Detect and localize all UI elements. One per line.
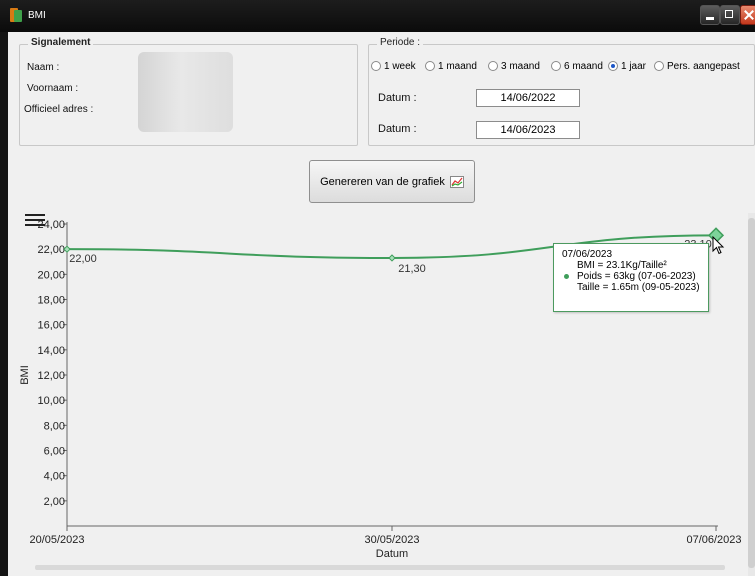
tooltip-poids: Poids = 63kg (07-06-2023) [577,271,696,282]
vertical-scrollbar[interactable] [748,213,755,576]
y-tick-label: 16,00 [37,320,65,332]
data-label: 21,30 [398,263,426,275]
y-axis-title: BMI [19,365,31,385]
data-label: 22,00 [69,253,97,265]
y-tick-label: 2,00 [44,496,65,508]
window-title: BMI [28,10,46,21]
radio-6-maand[interactable]: 6 maand [551,60,603,72]
chart-menu-icon[interactable] [25,214,45,226]
date-from-field[interactable]: 14/06/2022 [476,89,580,107]
generate-chart-button[interactable]: Genereren van de grafiek [309,160,475,203]
chart-icon [449,175,464,188]
series-bullet-icon [564,274,569,279]
x-tick-label: 30/05/2023 [364,534,419,546]
tooltip-date: 07/06/2023 [562,249,613,260]
tooltip-bmi: BMI = 23.1Kg/Taille² [577,260,667,271]
radio-button[interactable] [425,61,435,71]
y-tick-label: 10,00 [37,395,65,407]
radio-button[interactable] [371,61,381,71]
app-icon [10,8,22,22]
periode-title: Periode : [377,37,424,48]
y-tick-label: 4,00 [44,471,65,483]
y-tick-label: 8,00 [44,420,65,432]
y-tick-label: 22,00 [37,244,65,256]
radio-button-selected[interactable] [608,61,618,71]
x-tick-label: 07/06/2023 [686,534,741,546]
close-button[interactable] [740,5,755,25]
datum-label-1: Datum : [378,92,417,104]
datum-label-2: Datum : [378,123,417,135]
x-axis-title: Datum [376,548,408,560]
x-tick-label: 20/05/2023 [29,534,84,546]
title-bar: BMI [0,0,755,32]
adres-label: Officieel adres : [24,104,94,115]
y-tick-label: 20,00 [37,269,65,281]
y-tick-label: 6,00 [44,446,65,458]
radio-1-maand[interactable]: 1 maand [425,60,477,72]
naam-label: Naam : [27,62,60,73]
generate-chart-label: Genereren van de grafiek [320,175,445,188]
radio-3-maand[interactable]: 3 maand [488,60,540,72]
chart-tooltip: 07/06/2023 BMI = 23.1Kg/Taille² Poids = … [553,243,709,312]
voornaam-label: Voornaam : [27,83,79,94]
y-tick-label: 12,00 [37,370,65,382]
radio-button[interactable] [488,61,498,71]
window-border [0,32,8,576]
date-to-field[interactable]: 14/06/2023 [476,121,580,139]
tooltip-taille: Taille = 1.65m (09-05-2023) [577,282,700,293]
horizontal-scrollbar[interactable] [35,565,725,570]
data-point-marker [388,254,396,262]
radio-button[interactable] [551,61,561,71]
scrollbar-thumb[interactable] [748,218,755,568]
y-tick-label: 14,00 [37,345,65,357]
signalement-title: Signalement [28,37,94,48]
redacted-personal-info [138,52,233,132]
maximize-button[interactable] [720,5,740,25]
mouse-cursor-icon [712,236,725,255]
tooltip-poids-row: Poids = 63kg (07-06-2023) [562,271,708,282]
radio-1-jaar[interactable]: 1 jaar [608,60,646,72]
radio-pers-aangepast[interactable]: Pers. aangepast [654,60,740,72]
minimize-button[interactable] [700,5,720,25]
y-tick-label: 18,00 [37,295,65,307]
radio-1-week[interactable]: 1 week [371,60,416,72]
radio-button[interactable] [654,61,664,71]
